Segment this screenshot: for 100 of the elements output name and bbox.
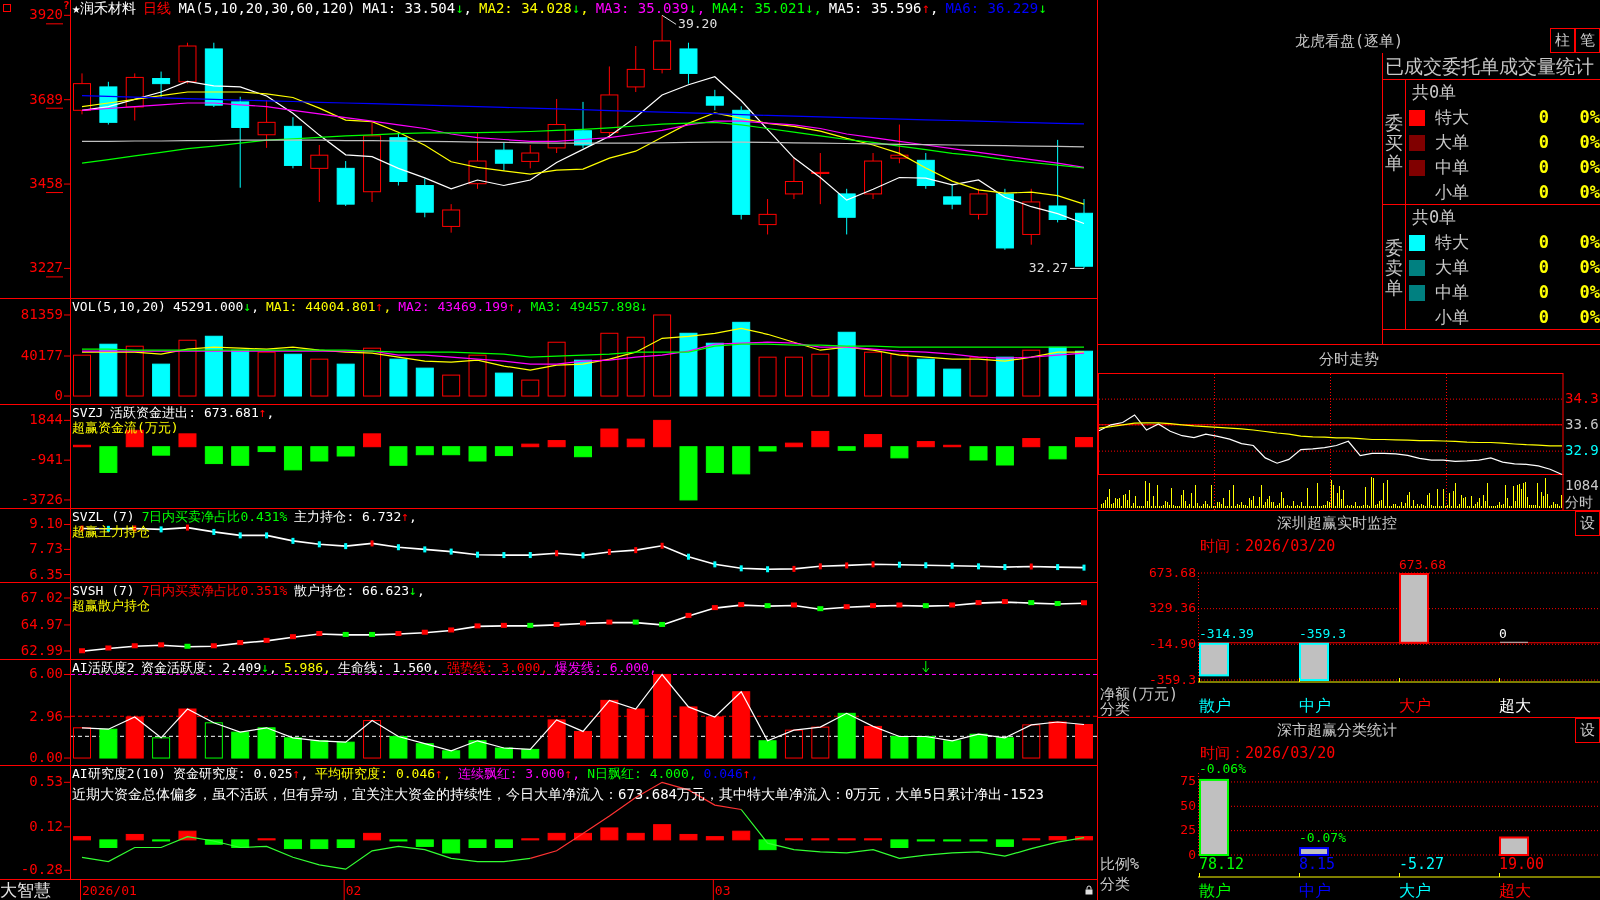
legend-text: MA6: 36.229 [945,0,1039,16]
candlestick [574,101,592,149]
separator-text: , [416,583,425,598]
value-label: 8.15 [1299,854,1336,873]
axis-label: 75 [1180,773,1196,789]
axis-title: 分类 [1100,874,1130,893]
legend-text: 活跃资金进出: 673.681 [110,405,259,420]
axis-label: 3920 [29,6,63,23]
value-label: 19.00 [1499,854,1545,873]
order-percent: 0% [1578,155,1600,179]
date-label: 2026/01 [82,882,137,898]
section-title: 深市超赢分类统计 [1276,720,1397,742]
group-label: 委卖单 [1385,238,1403,298]
separator-text: , [463,0,473,16]
axis-label: 6.35 [29,565,63,582]
axis-label: 50 [1180,797,1196,813]
axis-label: -941 [29,451,63,468]
candlestick [415,178,434,218]
axis-label: 64.97 [20,615,63,632]
candlestick [73,72,91,115]
legend-text: AI活跃度2 [72,660,135,675]
change-label: -0.07% [1299,829,1346,845]
view-mode-button[interactable]: 笔 [1575,28,1600,53]
axis-label: 3227 [29,259,63,276]
section-title: 深圳超赢实时监控 [1276,513,1397,535]
panel-title: 龙虎看盘(逐单) [1294,32,1404,50]
order-type-label: 特大 [1435,105,1470,129]
candlestick [679,42,698,85]
settings-button[interactable]: 设 [1575,718,1600,743]
trend-arrow: ↑ [375,299,384,314]
order-type-label: 特大 [1435,230,1470,254]
value-label: 673.68 [1399,556,1446,572]
candlestick [257,99,276,149]
legend-text: 45291.000 [172,299,244,314]
axis-label: 0.00 [29,749,63,765]
legend-text: MA3: 49457.898 [530,299,641,314]
candlestick [125,72,144,121]
date-label: 03 [714,882,731,898]
trend-arrow: ↓ [261,660,270,675]
axis-label: 0.12 [29,817,63,834]
separator-text: , [580,0,589,16]
order-type-label: 大单 [1435,255,1470,279]
trend-arrow: ↑ [435,766,443,781]
candlestick [310,144,329,203]
trend-arrow: ↓ [640,299,648,314]
candlestick [890,124,909,164]
axis-label: 25 [1180,822,1196,838]
category-label: 中户 [1299,880,1331,900]
legend-text: 日线 [143,0,172,16]
candlestick [653,14,672,74]
trend-arrow: ↓ [688,0,697,16]
separator-text: , [930,0,939,16]
order-count: 0 [1537,180,1549,204]
separator-text: , [750,766,759,781]
candlestick [494,142,513,172]
order-percent: 0% [1578,255,1600,279]
value-label: 0 [1499,626,1507,642]
separator-text: , [813,0,822,16]
candlestick [283,116,302,169]
axis-label: -3726 [20,490,63,507]
settings-button[interactable]: 设 [1575,511,1600,536]
category-label: 超大 [1499,880,1531,900]
candlestick [705,89,724,111]
axis-label: 33.6 [1565,415,1599,432]
trend-arrow: ↓ [571,0,581,16]
trend-arrow: ↑ [921,0,930,16]
trend-arrow: ↑ [258,405,267,420]
order-percent: 0% [1578,105,1600,129]
order-count: 0 [1537,280,1549,304]
axis-label: 6.00 [29,665,63,682]
order-count: 0 [1537,230,1549,254]
candlestick [626,45,645,93]
category-label: 大户 [1399,880,1431,900]
candlestick [468,132,487,190]
axis-caption: 分时 [1565,494,1593,510]
trend-arrow: ↑ [401,509,410,524]
value-label: -5.27 [1399,854,1445,873]
candlestick [204,42,223,108]
legend-text: 生命线: 1.560, [337,660,440,675]
axis-title: 比例% [1100,854,1140,873]
app-name: 大智慧 [0,880,52,900]
trend-arrow: ↓ [455,0,464,16]
leader-line [661,14,677,25]
change-label: -0.06% [1199,763,1246,777]
date-label: 02 [345,882,362,898]
trend-arrow: ↓ [409,583,417,598]
candlestick [758,198,777,235]
legend-text: MA2: 43469.199 [398,299,508,314]
candlestick [837,188,856,235]
table-title: 已成交委托单成交量统计 [1385,55,1594,77]
value-label: -314.39 [1199,626,1254,642]
axis-label: 67.02 [20,589,63,605]
view-mode-button[interactable]: 柱 [1550,28,1575,53]
separator-text: , [696,0,706,16]
candlestick [943,183,962,210]
axis-label: -0.28 [20,861,63,878]
legend-text: MA5: 35.596 [828,0,922,16]
order-count: 0 [1537,305,1549,329]
corner-mark: ? [63,0,70,11]
candlestick [1075,198,1093,269]
